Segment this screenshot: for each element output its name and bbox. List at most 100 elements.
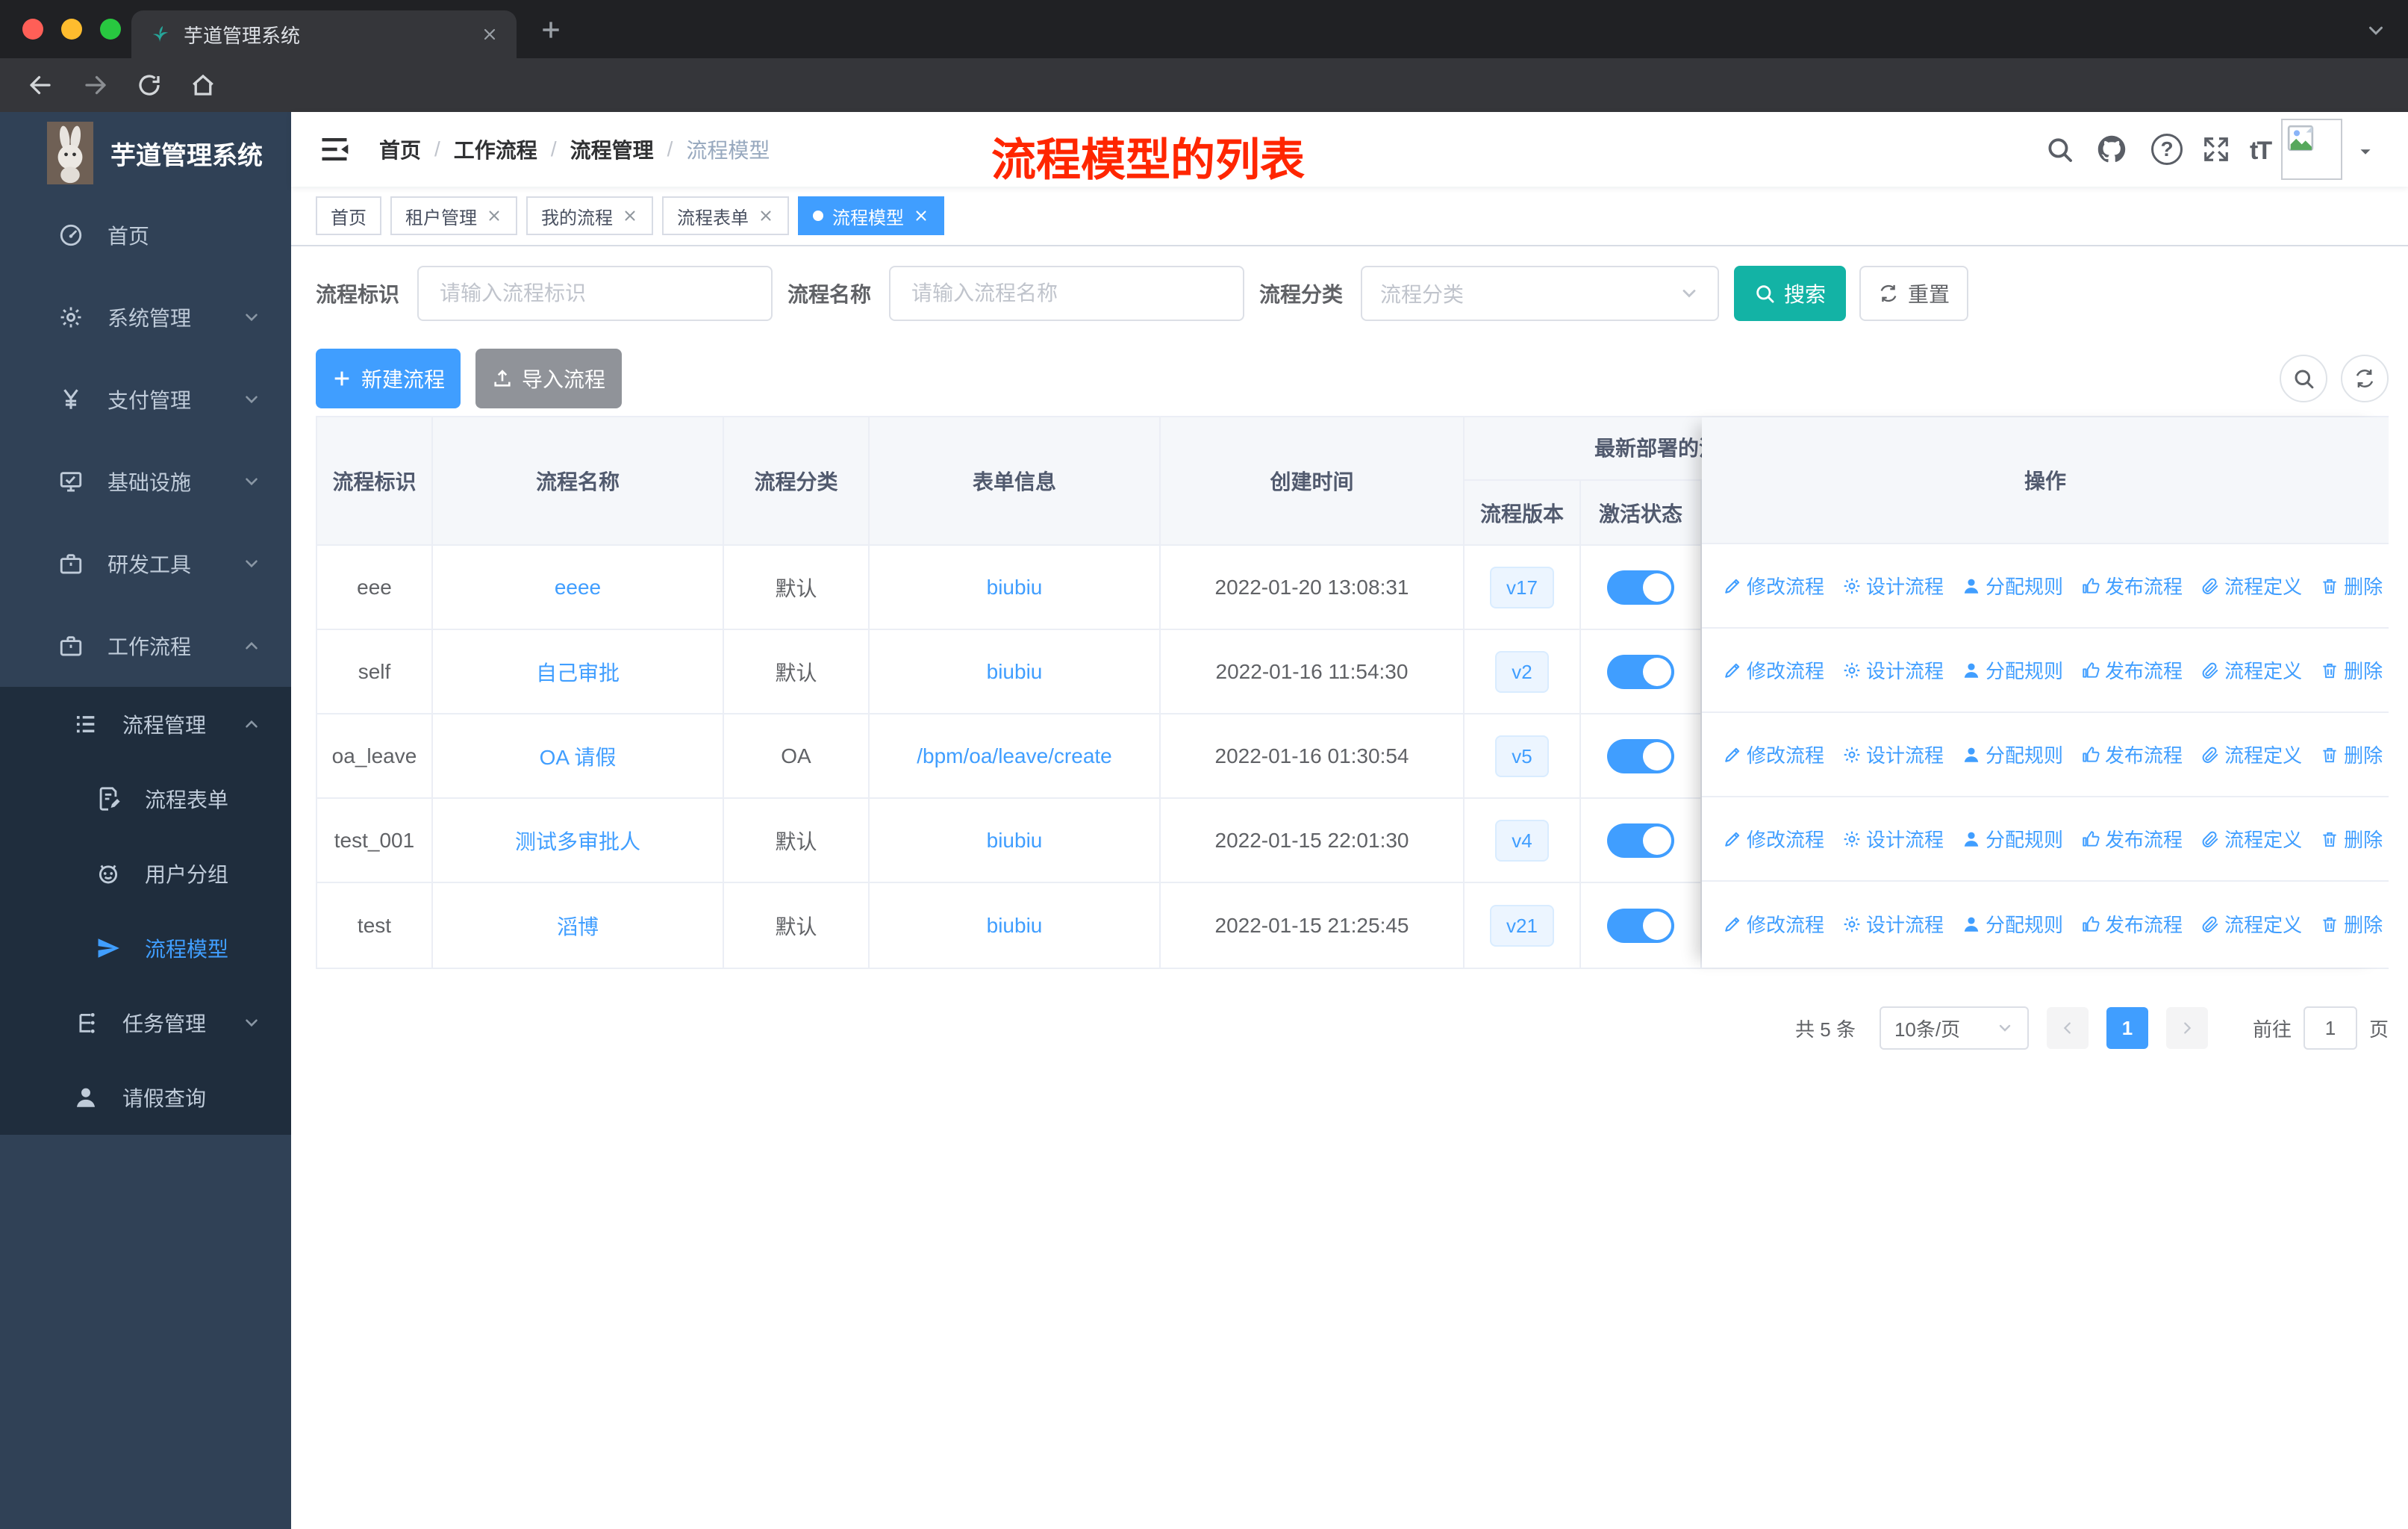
- sidebar-item-devtools[interactable]: 研发工具: [0, 523, 291, 605]
- op-design-link[interactable]: 设计流程: [1842, 656, 1944, 684]
- sidebar-item-user-group[interactable]: 用户分组: [0, 836, 291, 911]
- process-name-link[interactable]: eeee: [555, 576, 601, 600]
- breadcrumb-item[interactable]: 首页: [379, 134, 421, 164]
- create-process-button[interactable]: 新建流程: [316, 349, 461, 408]
- tag-tab-process-model[interactable]: 流程模型: [798, 196, 944, 235]
- search-button[interactable]: 搜索: [1734, 266, 1847, 321]
- op-design-link[interactable]: 设计流程: [1842, 825, 1944, 853]
- close-window-button[interactable]: [22, 19, 43, 40]
- active-toggle[interactable]: [1607, 738, 1674, 773]
- show-search-toggle-button[interactable]: [2280, 355, 2327, 402]
- process-name-input[interactable]: [889, 266, 1245, 321]
- import-process-button[interactable]: 导入流程: [475, 349, 622, 408]
- font-size-icon[interactable]: tT: [2250, 137, 2272, 166]
- breadcrumb-item[interactable]: 流程管理: [570, 134, 654, 164]
- sidebar-item-process-model[interactable]: 流程模型: [0, 911, 291, 985]
- form-info-link[interactable]: /bpm/oa/leave/create: [917, 744, 1112, 768]
- op-delete-link[interactable]: 删除: [2320, 572, 2383, 600]
- op-modify-link[interactable]: 修改流程: [1723, 741, 1824, 768]
- close-icon[interactable]: [758, 208, 774, 224]
- breadcrumb-item[interactable]: 工作流程: [454, 134, 537, 164]
- home-icon[interactable]: [190, 72, 216, 99]
- close-icon[interactable]: [913, 208, 929, 224]
- reset-button[interactable]: 重置: [1859, 266, 1969, 321]
- back-icon[interactable]: [27, 72, 54, 99]
- op-design-link[interactable]: 设计流程: [1842, 741, 1944, 768]
- op-assign-rule-link[interactable]: 分配规则: [1962, 741, 2063, 768]
- sidebar-item-task-management[interactable]: 任务管理: [0, 985, 291, 1060]
- new-tab-button[interactable]: [539, 18, 563, 42]
- active-toggle[interactable]: [1607, 908, 1674, 943]
- process-name-link[interactable]: 自己审批: [536, 657, 620, 687]
- help-icon[interactable]: ?: [2151, 134, 2183, 165]
- op-publish-link[interactable]: 发布流程: [2081, 572, 2183, 600]
- op-design-link[interactable]: 设计流程: [1842, 572, 1944, 600]
- minimize-window-button[interactable]: [61, 19, 82, 40]
- op-modify-link[interactable]: 修改流程: [1723, 572, 1824, 600]
- op-delete-link[interactable]: 删除: [2320, 825, 2383, 853]
- avatar[interactable]: [2281, 119, 2342, 180]
- active-toggle[interactable]: [1607, 823, 1674, 858]
- reload-icon[interactable]: [136, 72, 163, 99]
- process-name-link[interactable]: OA 请假: [540, 741, 617, 771]
- op-modify-link[interactable]: 修改流程: [1723, 910, 1824, 938]
- search-icon[interactable]: [2045, 135, 2074, 164]
- op-assign-rule-link[interactable]: 分配规则: [1962, 572, 2063, 600]
- op-design-link[interactable]: 设计流程: [1842, 910, 1944, 938]
- op-assign-rule-link[interactable]: 分配规则: [1962, 825, 2063, 853]
- tag-tab-tenant[interactable]: 租户管理: [390, 196, 517, 235]
- tab-search-chevron-icon[interactable]: [2365, 19, 2387, 42]
- app-logo[interactable]: 芋道管理系统: [0, 112, 291, 194]
- browser-tab[interactable]: 芋道管理系统: [131, 10, 517, 58]
- sidebar-item-payment[interactable]: 支付管理: [0, 358, 291, 440]
- tab-close-icon[interactable]: [481, 25, 499, 43]
- op-publish-link[interactable]: 发布流程: [2081, 910, 2183, 938]
- form-info-link[interactable]: biubiu: [987, 829, 1043, 853]
- op-publish-link[interactable]: 发布流程: [2081, 741, 2183, 768]
- op-publish-link[interactable]: 发布流程: [2081, 656, 2183, 684]
- op-assign-rule-link[interactable]: 分配规则: [1962, 910, 2063, 938]
- goto-page-input[interactable]: [2303, 1006, 2357, 1050]
- op-publish-link[interactable]: 发布流程: [2081, 825, 2183, 853]
- process-id-input[interactable]: [417, 266, 773, 321]
- process-name-link[interactable]: 测试多审批人: [515, 826, 640, 856]
- op-definition-link[interactable]: 流程定义: [2200, 656, 2302, 684]
- sidebar-item-process-management[interactable]: 流程管理: [0, 687, 291, 762]
- github-icon[interactable]: [2097, 135, 2126, 164]
- prev-page-button[interactable]: [2046, 1007, 2089, 1049]
- op-delete-link[interactable]: 删除: [2320, 741, 2383, 768]
- sidebar-fold-icon[interactable]: [318, 133, 351, 166]
- active-toggle[interactable]: [1607, 570, 1674, 605]
- process-name-link[interactable]: 滔博: [557, 911, 599, 941]
- sidebar-item-infrastructure[interactable]: 基础设施: [0, 440, 291, 523]
- sidebar-item-workflow[interactable]: 工作流程: [0, 605, 291, 687]
- sidebar-item-process-form[interactable]: 流程表单: [0, 762, 291, 836]
- avatar-caret-down-icon[interactable]: [2356, 142, 2375, 161]
- op-delete-link[interactable]: 删除: [2320, 656, 2383, 684]
- op-modify-link[interactable]: 修改流程: [1723, 656, 1824, 684]
- next-page-button[interactable]: [2165, 1007, 2208, 1049]
- op-delete-link[interactable]: 删除: [2320, 910, 2383, 938]
- tag-tab-my-process[interactable]: 我的流程: [526, 196, 653, 235]
- op-definition-link[interactable]: 流程定义: [2200, 910, 2302, 938]
- process-category-select[interactable]: 流程分类: [1361, 266, 1720, 321]
- maximize-window-button[interactable]: [100, 19, 121, 40]
- refresh-table-button[interactable]: [2341, 355, 2389, 402]
- fullscreen-icon[interactable]: [2202, 135, 2230, 164]
- close-icon[interactable]: [486, 208, 502, 224]
- tag-tab-home[interactable]: 首页: [316, 196, 381, 235]
- op-definition-link[interactable]: 流程定义: [2200, 825, 2302, 853]
- op-definition-link[interactable]: 流程定义: [2200, 572, 2302, 600]
- page-size-select[interactable]: 10条/页: [1879, 1006, 2029, 1050]
- tag-tab-process-form[interactable]: 流程表单: [662, 196, 789, 235]
- sidebar-item-system[interactable]: 系统管理: [0, 276, 291, 358]
- close-icon[interactable]: [622, 208, 638, 224]
- op-assign-rule-link[interactable]: 分配规则: [1962, 656, 2063, 684]
- op-definition-link[interactable]: 流程定义: [2200, 741, 2302, 768]
- active-toggle[interactable]: [1607, 654, 1674, 689]
- page-number-current[interactable]: 1: [2106, 1007, 2148, 1049]
- forward-icon[interactable]: [82, 72, 109, 99]
- sidebar-item-home[interactable]: 首页: [0, 194, 291, 276]
- form-info-link[interactable]: biubiu: [987, 914, 1043, 938]
- form-info-link[interactable]: biubiu: [987, 576, 1043, 600]
